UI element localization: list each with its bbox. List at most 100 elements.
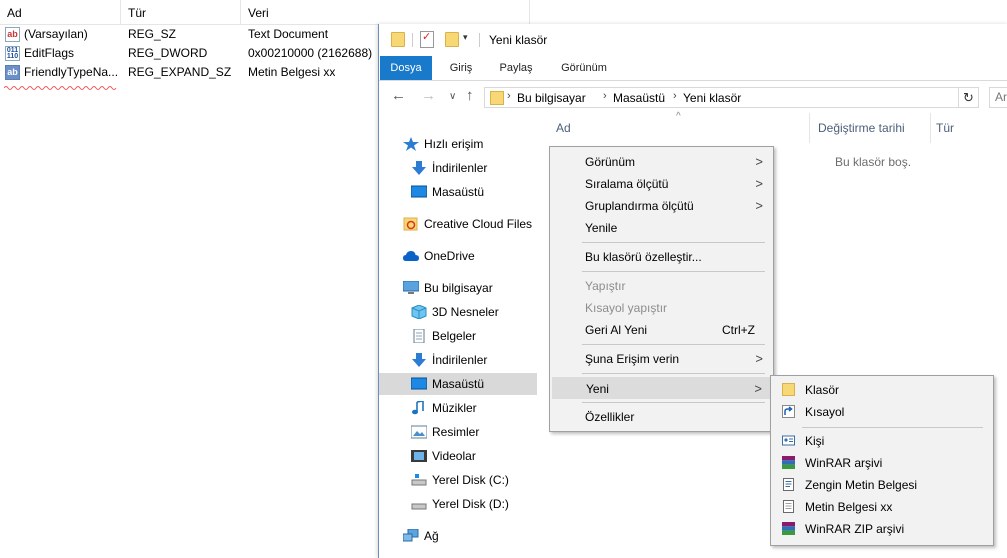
menu-separator: [582, 242, 765, 243]
nav-item-pictures[interactable]: Resimler: [379, 421, 537, 443]
divider: [930, 113, 931, 143]
chevron-right-icon[interactable]: ›: [603, 90, 607, 102]
quick-access-dropdown-icon[interactable]: ▾: [463, 32, 468, 43]
nav-label: İndirilenler: [432, 353, 488, 367]
nav-item-3d-objects[interactable]: 3D Nesneler: [379, 301, 537, 323]
context-menu: Görünüm > Sıralama ölçütü > Gruplandırma…: [549, 146, 774, 432]
registry-column-header: Ad Tür Veri: [0, 0, 530, 25]
menu-item-new-text-document[interactable]: Metin Belgesi xx: [773, 496, 991, 518]
column-name[interactable]: Ad: [556, 121, 571, 135]
menu-item-label: WinRAR arşivi: [805, 456, 883, 470]
file-list-header: ^ Ad Değiştirme tarihi Tür: [539, 111, 1007, 143]
nav-item-desktop[interactable]: Masaüstü: [379, 181, 537, 203]
menu-item-view[interactable]: Görünüm >: [552, 151, 771, 173]
value-type: REG_DWORD: [128, 46, 208, 60]
nav-item-documents[interactable]: Belgeler: [379, 325, 537, 347]
shortcut-icon: [782, 405, 795, 418]
folder-icon: [490, 91, 504, 105]
menu-item-properties[interactable]: Özellikler: [552, 406, 771, 428]
nav-item-this-pc[interactable]: Bu bilgisayar: [379, 277, 537, 299]
new-folder-icon[interactable]: [445, 32, 459, 47]
nav-item-music[interactable]: Müzikler: [379, 397, 537, 419]
nav-item-network[interactable]: Ağ: [379, 525, 537, 547]
menu-item-new-winrar-zip[interactable]: WinRAR ZIP arşivi: [773, 518, 991, 540]
string-value-icon: ab: [5, 27, 20, 42]
value-name: EditFlags: [24, 46, 75, 60]
search-input[interactable]: Ar: [989, 87, 1007, 108]
column-name[interactable]: Ad: [0, 0, 121, 24]
chevron-right-icon[interactable]: ›: [507, 90, 511, 102]
menu-item-new-winrar-archive[interactable]: WinRAR arşivi: [773, 452, 991, 474]
nav-item-desktop-selected[interactable]: Masaüstü: [379, 373, 537, 395]
menu-item-paste[interactable]: Yapıştır: [552, 275, 771, 297]
menu-item-label: WinRAR ZIP arşivi: [805, 522, 905, 536]
nav-item-downloads[interactable]: İndirilenler: [379, 349, 537, 371]
menu-separator: [802, 427, 983, 428]
rich-text-icon: [783, 478, 794, 491]
column-type[interactable]: Tür: [121, 0, 241, 24]
nav-item-onedrive[interactable]: OneDrive: [379, 245, 537, 267]
nav-label: Belgeler: [432, 329, 477, 343]
menu-item-label: Özellikler: [585, 410, 635, 424]
chevron-right-icon: >: [755, 198, 763, 213]
document-icon: [413, 329, 425, 343]
tab-home[interactable]: Giriş: [439, 56, 483, 80]
menu-item-new[interactable]: Yeni >: [552, 377, 771, 399]
column-data[interactable]: Veri: [241, 0, 530, 24]
spellcheck-squiggle: [4, 86, 117, 90]
desktop-icon: [411, 185, 427, 198]
ribbon-tabs: Dosya Giriş Paylaş Görünüm: [379, 56, 1007, 81]
column-type[interactable]: Tür: [936, 121, 954, 135]
chevron-right-icon: >: [755, 154, 763, 169]
nav-item-creative-cloud[interactable]: Creative Cloud Files: [379, 213, 537, 235]
breadcrumb-this-pc[interactable]: Bu bilgisayar: [517, 91, 586, 105]
forward-arrow-icon[interactable]: →: [421, 87, 436, 104]
address-bar[interactable]: › Bu bilgisayar › Masaüstü › Yeni klasör…: [484, 87, 959, 108]
nav-item-drive-d[interactable]: Yerel Disk (D:): [379, 493, 537, 515]
menu-item-label: Gruplandırma ölçütü: [585, 199, 694, 213]
menu-item-new-contact[interactable]: Kişi: [773, 430, 991, 452]
tab-share[interactable]: Paylaş: [491, 56, 541, 80]
menu-item-customize-folder[interactable]: Bu klasörü özelleştir...: [552, 246, 771, 268]
navigation-pane: Hızlı erişim İndirilenler Masaüstü Creat…: [379, 117, 537, 558]
chevron-right-icon[interactable]: ›: [673, 90, 677, 102]
value-data: Text Document: [248, 27, 329, 41]
column-date-modified[interactable]: Değiştirme tarihi: [818, 121, 905, 135]
empty-folder-message: Bu klasör boş.: [835, 155, 912, 169]
menu-separator: [582, 373, 765, 374]
sort-ascending-icon: ^: [676, 111, 681, 122]
menu-item-undo-new[interactable]: Geri Al Yeni Ctrl+Z: [552, 319, 771, 341]
menu-item-new-rich-text[interactable]: Zengin Metin Belgesi: [773, 474, 991, 496]
nav-label: Masaüstü: [432, 377, 485, 391]
menu-separator: [582, 344, 765, 345]
menu-item-shortcut: Ctrl+Z: [722, 323, 755, 337]
nav-item-drive-c[interactable]: Yerel Disk (C:): [379, 469, 537, 491]
menu-item-label: Bu klasörü özelleştir...: [585, 250, 702, 264]
nav-item-videos[interactable]: Videolar: [379, 445, 537, 467]
breadcrumb-desktop[interactable]: Masaüstü: [613, 91, 665, 105]
up-arrow-icon[interactable]: ↑: [466, 87, 474, 104]
menu-item-label: Sıralama ölçütü: [585, 177, 669, 191]
menu-item-sort-by[interactable]: Sıralama ölçütü >: [552, 173, 771, 195]
menu-item-refresh[interactable]: Yenile: [552, 217, 771, 239]
menu-item-new-folder[interactable]: Klasör: [773, 379, 991, 401]
tab-view[interactable]: Görünüm: [553, 56, 615, 80]
refresh-button[interactable]: ↻: [959, 87, 979, 108]
nav-item-quick-access[interactable]: Hızlı erişim: [379, 133, 537, 155]
menu-item-label: Klasör: [805, 383, 840, 397]
nav-item-downloads[interactable]: İndirilenler: [379, 157, 537, 179]
menu-item-give-access[interactable]: Şuna Erişim verin >: [552, 348, 771, 370]
back-arrow-icon[interactable]: ←: [391, 87, 406, 104]
menu-item-paste-shortcut[interactable]: Kısayol yapıştır: [552, 297, 771, 319]
nav-label: Resimler: [432, 425, 480, 439]
menu-item-group-by[interactable]: Gruplandırma ölçütü >: [552, 195, 771, 217]
value-data: Metin Belgesi xx: [248, 65, 336, 79]
tab-file[interactable]: Dosya: [380, 56, 432, 80]
recent-locations-icon[interactable]: ∨: [449, 91, 456, 102]
text-document-icon: [783, 500, 794, 513]
breadcrumb-new-folder[interactable]: Yeni klasör: [683, 91, 741, 105]
menu-item-label: Görünüm: [585, 155, 636, 169]
properties-icon[interactable]: [420, 30, 434, 48]
menu-item-label: Kısayol yapıştır: [585, 301, 668, 315]
menu-item-new-shortcut[interactable]: Kısayol: [773, 401, 991, 423]
